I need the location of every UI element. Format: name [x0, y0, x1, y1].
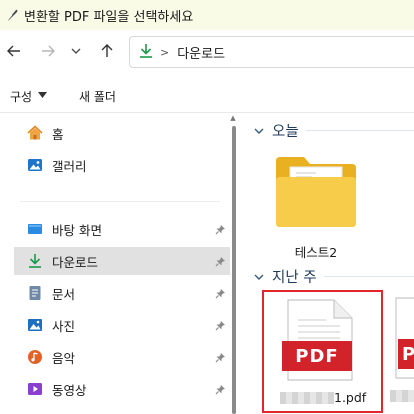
breadcrumb-separator: >	[160, 45, 170, 59]
sidebar-item-label: 다운로드	[52, 254, 99, 270]
pin-icon[interactable]	[214, 287, 226, 299]
desktop-icon	[26, 220, 44, 238]
command-bar: 구성 새 폴더	[0, 80, 414, 112]
download-icon	[138, 43, 154, 62]
pdf-file-item-selected[interactable]: PDF 1.pdf	[262, 290, 383, 413]
pin-icon[interactable]	[214, 351, 226, 363]
sidebar-item-pictures[interactable]: 사진	[14, 311, 230, 339]
new-folder-button[interactable]: 새 폴더	[79, 88, 116, 105]
chevron-down-icon	[252, 124, 266, 138]
group-divider	[324, 276, 414, 277]
videos-icon	[26, 380, 44, 398]
navigation-bar: > 다운로드	[0, 30, 414, 74]
folder-item[interactable]	[270, 153, 362, 241]
music-icon	[26, 348, 44, 366]
pin-icon[interactable]	[214, 383, 226, 395]
sidebar-item-label: 사진	[52, 318, 76, 334]
sidebar-item-label: 동영상	[52, 382, 87, 398]
documents-icon	[26, 284, 44, 302]
sidebar-item-home[interactable]: 홈	[14, 119, 230, 147]
pdf-badge: PDF	[282, 341, 352, 371]
pin-icon[interactable]	[214, 319, 226, 331]
sidebar-item-label: 홈	[52, 126, 64, 142]
gallery-icon	[26, 156, 44, 174]
sidebar-item-music[interactable]: 음악	[14, 343, 230, 371]
sidebar-item-desktop[interactable]: 바탕 화면	[14, 215, 230, 243]
group-title: 지난 주	[272, 270, 317, 286]
navigation-pane: 홈 갤러리 바탕 화면 다운로드 문서 사진 음악 동영상	[0, 113, 232, 414]
window-title: 변환할 PDF 파일을 선택하세요	[24, 9, 194, 25]
group-header-last-week[interactable]: 지난 주	[252, 266, 317, 287]
sidebar-item-gallery[interactable]: 갤러리	[14, 151, 230, 179]
folder-name: 테스트2	[294, 245, 338, 260]
sidebar-item-downloads[interactable]: 다운로드	[14, 247, 230, 275]
sidebar-item-label: 바탕 화면	[52, 222, 102, 238]
chevron-down-icon	[252, 270, 266, 284]
sidebar-item-documents[interactable]: 문서	[14, 279, 230, 307]
arrow-up-icon	[99, 43, 115, 62]
home-icon	[26, 124, 44, 142]
new-folder-label: 새 폴더	[79, 89, 116, 104]
caret-down-icon	[38, 91, 48, 101]
title-bar: 변환할 PDF 파일을 선택하세요	[0, 0, 414, 30]
arrow-left-icon	[6, 43, 22, 62]
organize-button[interactable]: 구성	[10, 88, 48, 105]
organize-label: 구성	[10, 89, 33, 104]
sidebar-divider	[20, 201, 220, 202]
sidebar-item-label: 갤러리	[52, 158, 87, 174]
arrow-right-icon	[40, 43, 56, 62]
feather-pen-icon	[4, 7, 20, 23]
breadcrumb-downloads[interactable]: 다운로드	[177, 43, 225, 62]
pdf-file-item-partial[interactable]: PDF	[390, 292, 414, 414]
up-button[interactable]	[95, 40, 119, 64]
recent-locations-button[interactable]	[64, 40, 88, 64]
sidebar-item-label: 음악	[52, 350, 76, 366]
scroll-up-arrow-icon[interactable]: ▲	[228, 114, 238, 124]
pin-icon[interactable]	[214, 223, 226, 235]
back-button[interactable]	[2, 40, 26, 64]
sidebar-item-label: 문서	[52, 286, 76, 302]
address-bar[interactable]: > 다운로드	[129, 36, 414, 68]
group-title: 오늘	[272, 124, 299, 140]
forward-button[interactable]	[36, 40, 60, 64]
pdf-badge: PDF	[398, 339, 414, 369]
group-header-today[interactable]: 오늘	[252, 120, 299, 141]
sidebar-scrollbar[interactable]	[232, 126, 236, 414]
download-icon	[26, 252, 44, 270]
obscured-filename	[390, 390, 414, 402]
pin-icon[interactable]	[214, 255, 226, 267]
sidebar-item-videos[interactable]: 동영상	[14, 375, 230, 403]
pdf-file-name: 1.pdf	[334, 390, 367, 405]
chevron-down-icon	[70, 45, 82, 60]
pictures-icon	[26, 316, 44, 334]
obscured-filename	[280, 392, 334, 404]
folder-icon	[272, 153, 360, 234]
group-divider	[306, 130, 414, 131]
